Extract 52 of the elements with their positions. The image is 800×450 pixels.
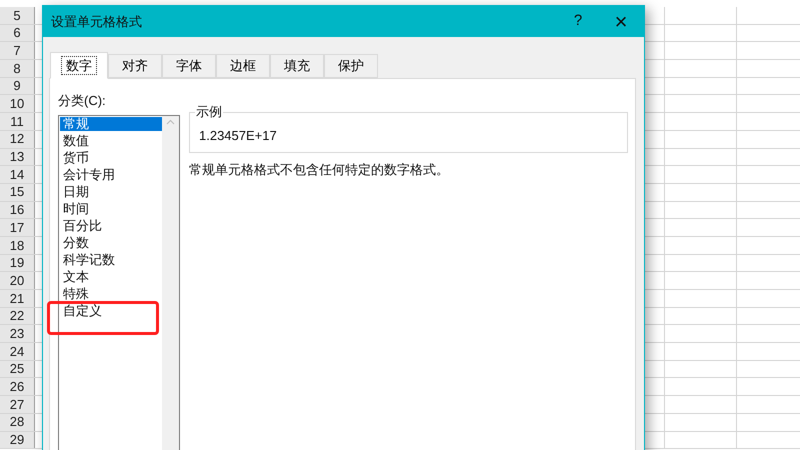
row-number: 12 bbox=[0, 130, 35, 148]
tab[interactable]: 填充 bbox=[270, 54, 324, 78]
tab[interactable]: 数字 bbox=[50, 52, 108, 79]
tab[interactable]: 保护 bbox=[324, 54, 378, 78]
tab[interactable]: 边框 bbox=[216, 54, 270, 78]
row-number: 24 bbox=[0, 343, 35, 360]
tab[interactable]: 对齐 bbox=[108, 54, 162, 78]
row-number: 25 bbox=[0, 360, 35, 378]
row-number: 29 bbox=[0, 432, 35, 448]
row-number: 6 bbox=[0, 24, 35, 42]
category-item[interactable]: 科学记数 bbox=[60, 252, 115, 266]
category-item[interactable]: 文本 bbox=[60, 270, 89, 284]
sample-label: 示例 bbox=[195, 104, 223, 120]
category-item[interactable]: 自定义 bbox=[60, 304, 102, 318]
row-number: 22 bbox=[0, 308, 35, 324]
scrollbar[interactable] bbox=[162, 116, 179, 450]
category-item[interactable]: 数值 bbox=[60, 134, 89, 148]
format-description: 常规单元格格式不包含任何特定的数字格式。 bbox=[189, 161, 450, 179]
window-title: 设置单元格格式 bbox=[51, 12, 142, 31]
row-number: 26 bbox=[0, 378, 35, 396]
row-number: 15 bbox=[0, 184, 35, 201]
row-number: 18 bbox=[0, 236, 35, 254]
row-number: 7 bbox=[0, 42, 35, 60]
row-number: 9 bbox=[0, 78, 35, 94]
scroll-up-icon[interactable] bbox=[166, 118, 175, 124]
category-item[interactable]: 特殊 bbox=[60, 286, 89, 300]
help-button[interactable]: ? bbox=[558, 6, 598, 37]
category-item[interactable]: 货币 bbox=[60, 150, 89, 164]
row-number: 5 bbox=[0, 7, 35, 24]
row-number: 28 bbox=[0, 414, 35, 430]
row-number: 10 bbox=[0, 95, 35, 112]
close-button[interactable]: × bbox=[598, 6, 644, 37]
row-number: 21 bbox=[0, 290, 35, 307]
category-item[interactable]: 日期 bbox=[60, 184, 89, 198]
row-number: 20 bbox=[0, 272, 35, 289]
category-item[interactable]: 会计专用 bbox=[60, 168, 115, 182]
tab[interactable]: 字体 bbox=[162, 54, 216, 78]
row-number: 19 bbox=[0, 254, 35, 272]
sample-value: 1.23457E+17 bbox=[199, 126, 277, 144]
row-number: 13 bbox=[0, 148, 35, 166]
category-item[interactable]: 常规 bbox=[60, 116, 162, 130]
category-item[interactable]: 分数 bbox=[60, 236, 89, 250]
row-number: 16 bbox=[0, 202, 35, 218]
row-number: 8 bbox=[0, 60, 35, 77]
row-number: 17 bbox=[0, 219, 35, 236]
row-number: 23 bbox=[0, 325, 35, 342]
row-number: 27 bbox=[0, 396, 35, 413]
category-item[interactable]: 百分比 bbox=[60, 218, 102, 232]
row-number: 14 bbox=[0, 166, 35, 183]
category-label: 分类(C): bbox=[58, 92, 107, 110]
row-number: 11 bbox=[0, 113, 35, 130]
category-item[interactable]: 时间 bbox=[60, 202, 89, 216]
